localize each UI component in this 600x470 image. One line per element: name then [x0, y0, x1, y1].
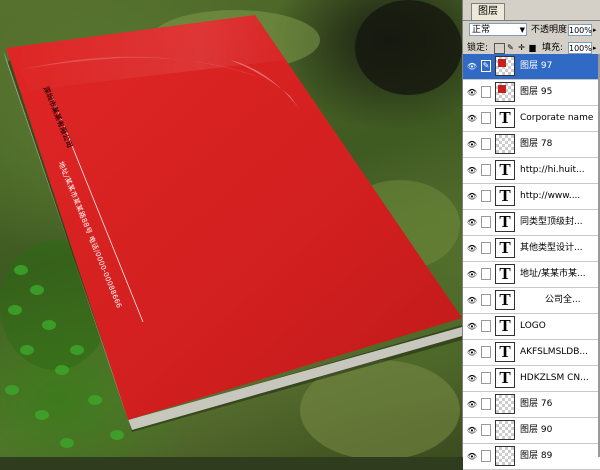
layer-row[interactable]: 👁 图层 89	[463, 444, 600, 470]
layer-name: 其他类型设计...	[520, 243, 583, 253]
layer-name: LOGO	[520, 321, 546, 331]
thumbnail-content	[498, 85, 506, 93]
eye-visibility-icon[interactable]: 👁	[466, 340, 478, 365]
text-layer-thumbnail-icon: T	[495, 368, 515, 388]
text-layer-thumbnail-icon: T	[495, 108, 515, 128]
layer-row[interactable]: 👁 T HDKZLSM CN...	[463, 366, 600, 392]
layer-row[interactable]: 👁 图层 95	[463, 80, 600, 106]
eye-visibility-icon[interactable]: 👁	[466, 262, 478, 287]
thumbnail-content	[498, 59, 506, 67]
layer-thumbnail	[495, 82, 515, 102]
link-toggle[interactable]	[481, 268, 491, 280]
blend-mode-value: 正常	[472, 25, 491, 35]
layer-thumbnail	[495, 134, 515, 154]
blend-row: 正常 ▼ 不透明度: 100% ▸	[463, 21, 600, 39]
layer-name: http://hi.huit...	[520, 165, 585, 175]
layers-list: 👁 ✎ 图层 97 👁 图层 95 👁 T Corporate name 👁 图层 78 👁 Thtt…	[463, 54, 600, 470]
layers-panel: 图层 正常 ▼ 不透明度: 100% ▸ 锁定: ✎ ✛ ▆ 填充: 100% …	[462, 0, 600, 470]
chevron-down-icon: ▼	[519, 26, 525, 34]
text-layer-thumbnail-icon: T	[495, 316, 515, 336]
layer-row[interactable]: 👁 T 其他类型设计...	[463, 236, 600, 262]
layer-thumbnail	[495, 420, 515, 440]
eye-visibility-icon[interactable]: 👁	[466, 210, 478, 235]
link-toggle[interactable]	[481, 138, 491, 150]
opacity-input[interactable]: 100%	[568, 24, 592, 36]
layer-name: AKFSLMSLDB...	[520, 347, 588, 357]
text-layer-thumbnail-icon: T	[495, 342, 515, 362]
eye-visibility-icon[interactable]: 👁	[466, 54, 478, 79]
link-toggle[interactable]	[481, 86, 491, 98]
layer-row[interactable]: 👁 T 地址/某某市某...	[463, 262, 600, 288]
eye-visibility-icon[interactable]: 👁	[466, 158, 478, 183]
tab-layers[interactable]: 图层	[471, 3, 505, 20]
lock-all-icon[interactable]: ▆	[528, 43, 537, 52]
eye-visibility-icon[interactable]: 👁	[466, 392, 478, 417]
layer-name: 公司全...	[545, 295, 581, 305]
text-layer-thumbnail-icon: T	[495, 238, 515, 258]
eye-visibility-icon[interactable]: 👁	[466, 106, 478, 131]
eye-visibility-icon[interactable]: 👁	[466, 236, 478, 261]
link-toggle[interactable]	[481, 424, 491, 436]
eye-visibility-icon[interactable]: 👁	[466, 80, 478, 105]
layer-row[interactable]: 👁 图层 76	[463, 392, 600, 418]
fill-slider-arrow-icon[interactable]: ▸	[593, 44, 597, 52]
eye-visibility-icon[interactable]: 👁	[466, 366, 478, 391]
eye-visibility-icon[interactable]: 👁	[466, 314, 478, 339]
layer-name: 图层 78	[520, 139, 553, 149]
link-toggle[interactable]	[481, 372, 491, 384]
brochure-cover-mockup	[4, 15, 462, 432]
link-toggle[interactable]	[481, 450, 491, 462]
layer-name: 图层 76	[520, 399, 553, 409]
mockup-scene: 深圳市某某有限公司 地址/某某市某某路88号 电话/0000-00088666	[0, 0, 462, 457]
eye-visibility-icon[interactable]: 👁	[466, 132, 478, 157]
lock-transparent-pixels-icon[interactable]	[494, 43, 505, 54]
link-toggle[interactable]	[481, 242, 491, 254]
text-layer-thumbnail-icon: T	[495, 160, 515, 180]
layer-name: 图层 90	[520, 425, 553, 435]
layer-row[interactable]: 👁 T AKFSLMSLDB...	[463, 340, 600, 366]
text-layer-thumbnail-icon: T	[495, 212, 515, 232]
link-toggle[interactable]	[481, 190, 491, 202]
fill-input[interactable]: 100%	[568, 42, 592, 54]
link-toggle[interactable]	[481, 112, 491, 124]
layer-name: 图层 97	[520, 61, 553, 71]
text-layer-thumbnail-icon: T	[495, 264, 515, 284]
link-toggle[interactable]	[481, 216, 491, 228]
link-toggle[interactable]	[481, 346, 491, 358]
opacity-slider-arrow-icon[interactable]: ▸	[593, 26, 597, 34]
link-toggle[interactable]	[481, 164, 491, 176]
layer-row[interactable]: 👁 T Corporate name	[463, 106, 600, 132]
layer-name: 图层 95	[520, 87, 553, 97]
lock-image-pixels-icon[interactable]: ✎	[506, 43, 515, 52]
layer-row[interactable]: 👁 T LOGO	[463, 314, 600, 340]
layer-row[interactable]: 👁 图层 90	[463, 418, 600, 444]
lock-position-icon[interactable]: ✛	[517, 43, 526, 52]
layer-thumbnail	[495, 56, 515, 76]
opacity-label: 不透明度:	[531, 25, 571, 35]
layer-row[interactable]: 👁 T 公司全...	[463, 288, 600, 314]
layer-row[interactable]: 👁 Thttp://www....	[463, 184, 600, 210]
link-toggle[interactable]	[481, 320, 491, 332]
layer-name: HDKZLSM CN...	[520, 373, 589, 383]
layer-name: 地址/某某市某...	[520, 269, 586, 279]
layer-name: http://www....	[520, 191, 581, 201]
text-layer-thumbnail-icon: T	[495, 186, 515, 206]
layer-row[interactable]: 👁 Thttp://hi.huit...	[463, 158, 600, 184]
layer-thumbnail	[495, 446, 515, 466]
eye-visibility-icon[interactable]: 👁	[466, 288, 478, 313]
layer-name: Corporate name	[520, 113, 594, 123]
layer-row[interactable]: 👁 图层 78	[463, 132, 600, 158]
layer-name: 同类型顶级封...	[520, 217, 583, 227]
link-toggle[interactable]	[481, 294, 491, 306]
layer-thumbnail	[495, 394, 515, 414]
eye-visibility-icon[interactable]: 👁	[466, 184, 478, 209]
link-toggle[interactable]	[481, 398, 491, 410]
layer-row[interactable]: 👁 ✎ 图层 97	[463, 54, 600, 80]
text-layer-thumbnail-icon: T	[495, 290, 515, 310]
brush-icon[interactable]: ✎	[481, 60, 491, 72]
eye-visibility-icon[interactable]: 👁	[466, 418, 478, 443]
layer-row[interactable]: 👁 T 同类型顶级封...	[463, 210, 600, 236]
panel-tabbar: 图层	[463, 0, 600, 21]
blend-mode-select[interactable]: 正常 ▼	[469, 23, 527, 36]
